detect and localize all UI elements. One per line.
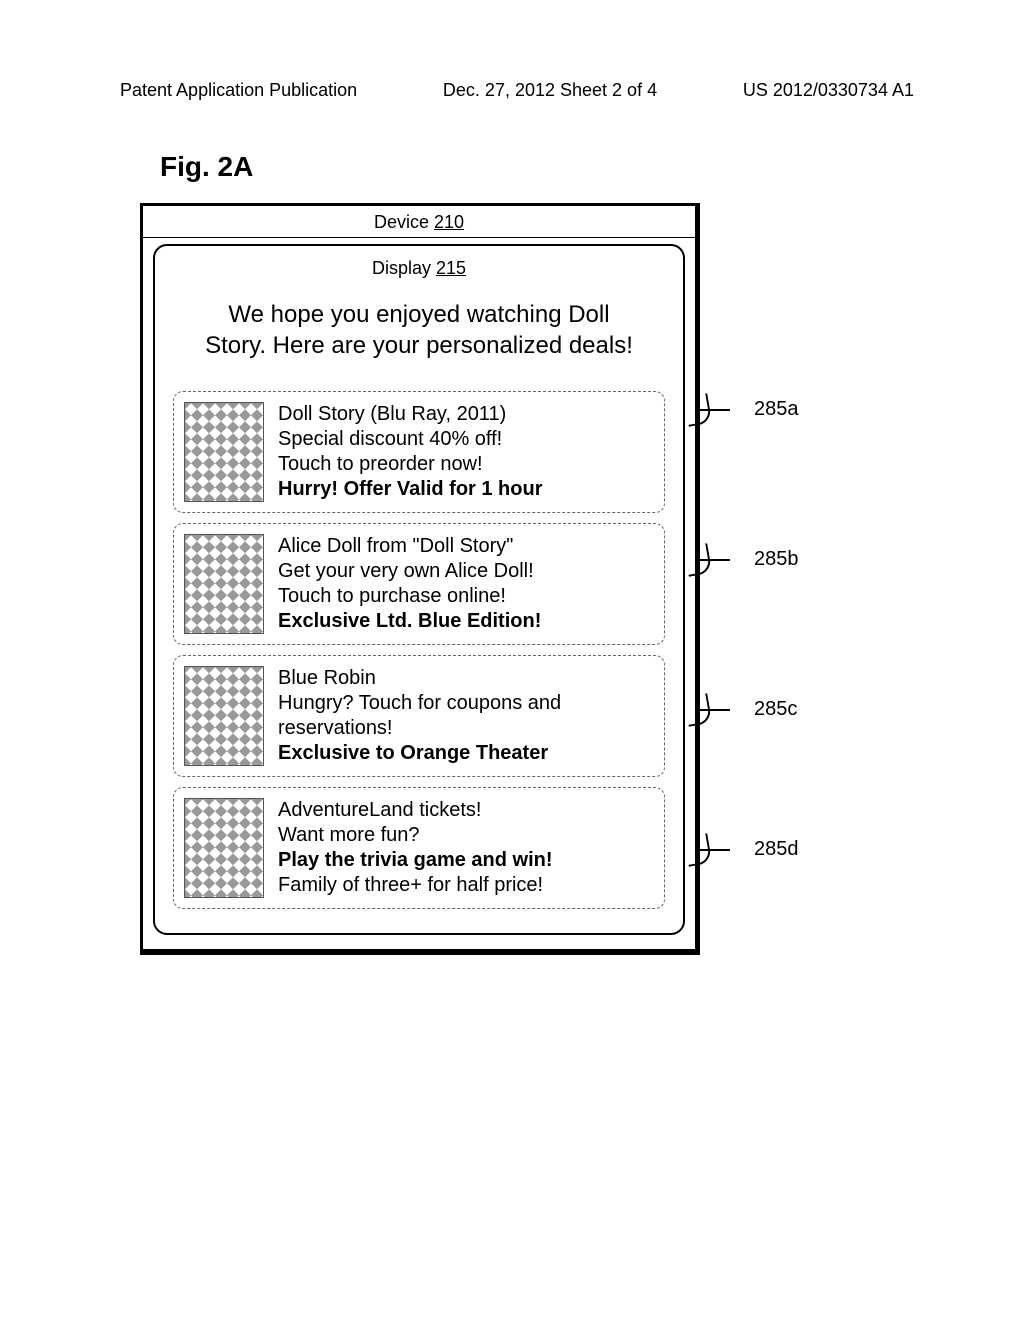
page-header: Patent Application Publication Dec. 27, … bbox=[0, 0, 1024, 111]
deal-line: Touch to purchase online! bbox=[278, 584, 654, 609]
callout-285a: 285a bbox=[700, 393, 799, 425]
deal-line: Special discount 40% off! bbox=[278, 427, 654, 452]
deal-line: Hurry! Offer Valid for 1 hour bbox=[278, 477, 654, 502]
callout-label: 285c bbox=[754, 698, 797, 721]
deal-line: Exclusive Ltd. Blue Edition! bbox=[278, 609, 654, 634]
deal-line: Doll Story (Blu Ray, 2011) bbox=[278, 402, 654, 427]
callout-lead-icon bbox=[700, 543, 748, 575]
callout-285d: 285d bbox=[700, 833, 799, 865]
display-label: Display 215 bbox=[165, 258, 673, 279]
display-label-prefix: Display bbox=[372, 258, 436, 278]
display-ref: 215 bbox=[436, 258, 466, 278]
deal-card[interactable]: AdventureLand tickets! Want more fun? Pl… bbox=[173, 787, 665, 909]
deal-thumbnail-icon bbox=[184, 402, 264, 502]
header-center: Dec. 27, 2012 Sheet 2 of 4 bbox=[443, 80, 657, 101]
deal-line: Alice Doll from "Doll Story" bbox=[278, 534, 654, 559]
deal-line: Play the trivia game and win! bbox=[278, 848, 654, 873]
deal-line: Blue Robin bbox=[278, 666, 654, 691]
callout-lead-icon bbox=[700, 693, 748, 725]
figure-container: Device 210 Display 215 We hope you enjoy… bbox=[140, 203, 900, 955]
callout-285b: 285b bbox=[700, 543, 799, 575]
device-box: Device 210 Display 215 We hope you enjoy… bbox=[140, 203, 700, 955]
figure-label: Fig. 2A bbox=[160, 151, 1024, 183]
callout-label: 285d bbox=[754, 838, 799, 861]
device-label: Device 210 bbox=[143, 206, 695, 238]
callout-285c: 285c bbox=[700, 693, 797, 725]
deal-text: AdventureLand tickets! Want more fun? Pl… bbox=[278, 798, 654, 898]
device-ref: 210 bbox=[434, 212, 464, 232]
deal-card[interactable]: Alice Doll from "Doll Story" Get your ve… bbox=[173, 523, 665, 645]
deal-line: Touch to preorder now! bbox=[278, 452, 654, 477]
header-right: US 2012/0330734 A1 bbox=[743, 80, 914, 101]
deal-text: Blue Robin Hungry? Touch for coupons and… bbox=[278, 666, 654, 766]
deal-line: Hungry? Touch for coupons and reservatio… bbox=[278, 691, 654, 741]
deal-thumbnail-icon bbox=[184, 666, 264, 766]
deal-text: Alice Doll from "Doll Story" Get your ve… bbox=[278, 534, 654, 634]
deal-line: AdventureLand tickets! bbox=[278, 798, 654, 823]
callout-label: 285b bbox=[754, 548, 799, 571]
deal-line: Exclusive to Orange Theater bbox=[278, 741, 654, 766]
intro-message: We hope you enjoyed watching Doll Story.… bbox=[195, 299, 643, 361]
deal-thumbnail-icon bbox=[184, 798, 264, 898]
header-left: Patent Application Publication bbox=[120, 80, 357, 101]
deal-line: Want more fun? bbox=[278, 823, 654, 848]
device-label-prefix: Device bbox=[374, 212, 434, 232]
deal-line: Family of three+ for half price! bbox=[278, 873, 654, 898]
display-box: Display 215 We hope you enjoyed watching… bbox=[153, 244, 685, 935]
deal-card[interactable]: Blue Robin Hungry? Touch for coupons and… bbox=[173, 655, 665, 777]
deal-text: Doll Story (Blu Ray, 2011) Special disco… bbox=[278, 402, 654, 502]
callout-label: 285a bbox=[754, 398, 799, 421]
callout-lead-icon bbox=[700, 833, 748, 865]
deal-card[interactable]: Doll Story (Blu Ray, 2011) Special disco… bbox=[173, 391, 665, 513]
deal-line: Get your very own Alice Doll! bbox=[278, 559, 654, 584]
callout-lead-icon bbox=[700, 393, 748, 425]
deal-thumbnail-icon bbox=[184, 534, 264, 634]
